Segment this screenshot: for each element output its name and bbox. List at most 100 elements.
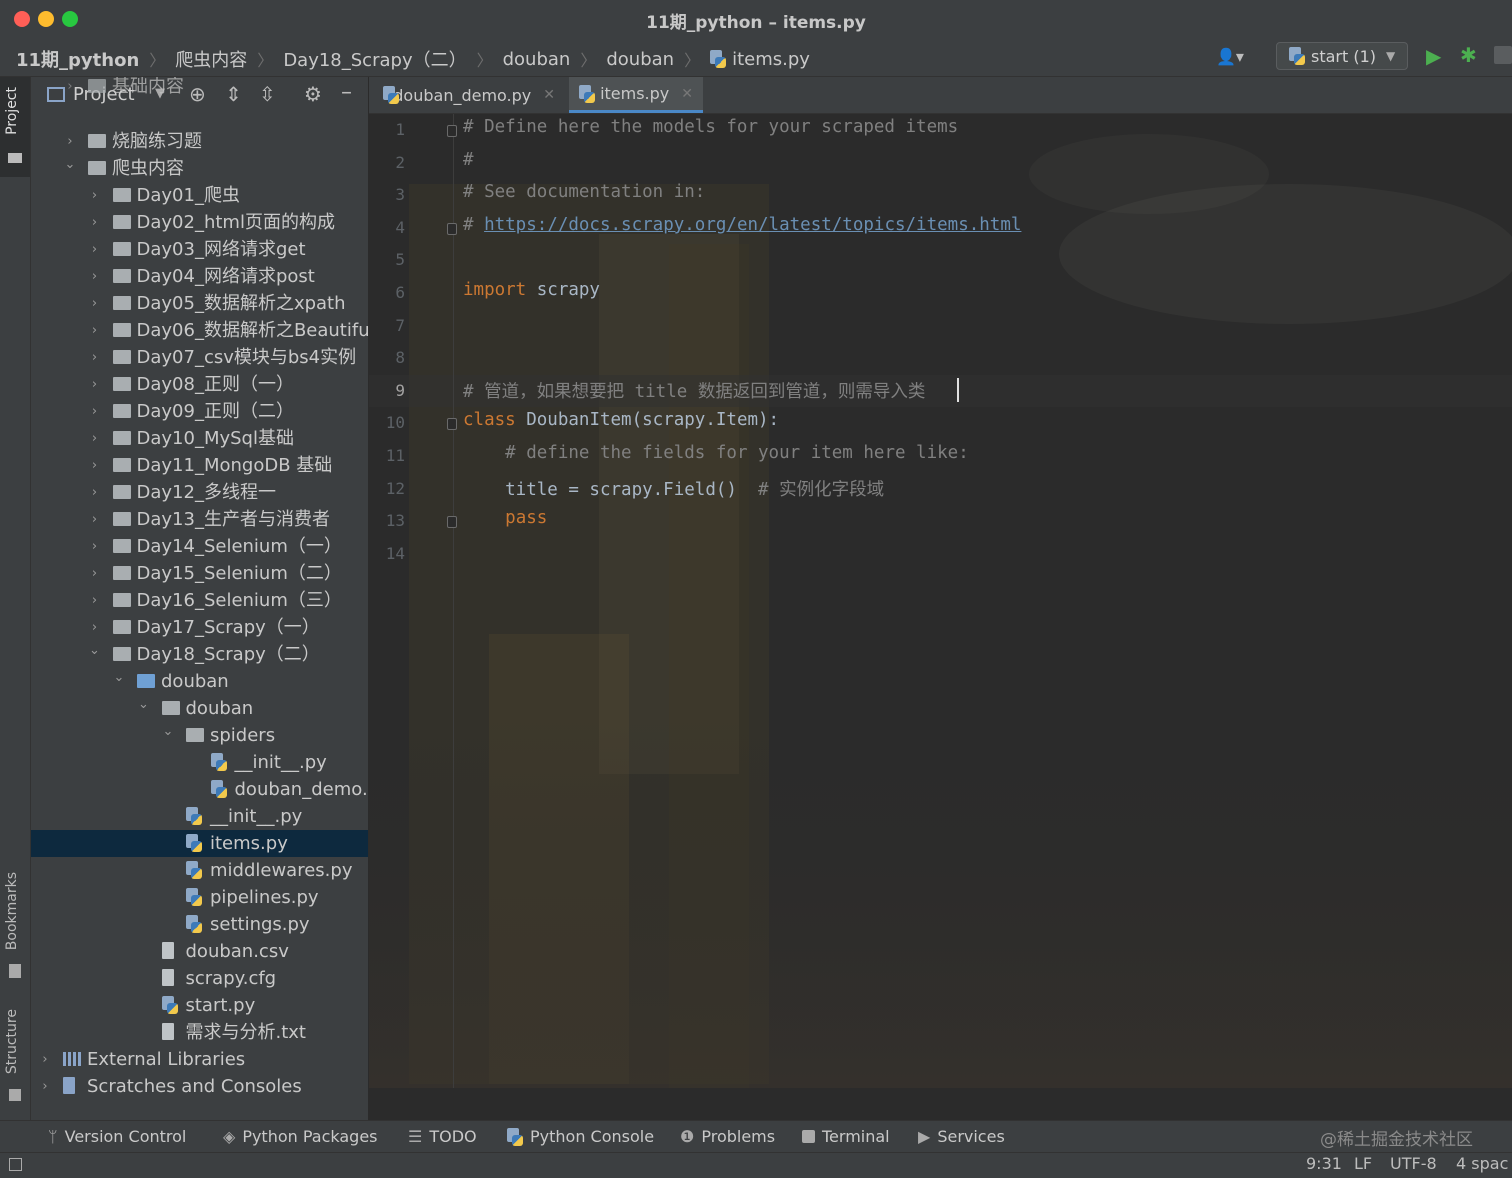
file-encoding[interactable]: UTF-8 <box>1390 1154 1437 1173</box>
tree-item[interactable]: › Day07_csv模块与bs4实例 <box>31 344 368 371</box>
line-separator[interactable]: LF <box>1354 1154 1372 1173</box>
tree-item[interactable]: 需求与分析.txt <box>31 1019 368 1046</box>
fold-marker-icon[interactable] <box>447 418 457 431</box>
tree-item[interactable]: › Day03_网络请求get <box>31 236 368 263</box>
bookmarks-tool-tab[interactable]: Bookmarks <box>4 872 20 950</box>
chevron-right-icon[interactable]: › <box>89 560 101 587</box>
tree-item[interactable]: › Day10_MySql基础 <box>31 425 368 452</box>
chevron-right-icon[interactable]: › <box>89 317 101 344</box>
todo-tool[interactable]: ☰ TODO <box>408 1127 477 1146</box>
tree-item[interactable]: › Day15_Selenium（二） <box>31 560 368 587</box>
code-line[interactable]: # define the fields for your item here l… <box>463 443 969 463</box>
indent-setting[interactable]: 4 spac <box>1456 1154 1508 1173</box>
breadcrumb-folder[interactable]: Day18_Scrapy（二） <box>283 46 466 72</box>
code-line[interactable]: pass <box>463 508 547 528</box>
code-line[interactable]: # 管道，如果想要把 title 数据返回到管道，则需导入类 <box>463 378 925 403</box>
python-packages-tool[interactable]: ◈ Python Packages <box>223 1127 378 1146</box>
tab-douban-demo[interactable]: douban_demo.py ✕ <box>373 77 565 113</box>
run-icon[interactable]: ▶ <box>1426 44 1441 68</box>
code-line[interactable]: import scrapy <box>463 280 600 300</box>
debug-icon[interactable]: ✱ <box>1460 43 1477 67</box>
chevron-right-icon[interactable]: › <box>64 77 76 100</box>
chevron-right-icon[interactable]: › <box>39 1046 51 1073</box>
version-control-tool[interactable]: ᛘ Version Control <box>48 1127 186 1146</box>
tree-item[interactable]: › 烧脑练习题 <box>31 128 368 155</box>
breadcrumb-file[interactable]: items.py <box>732 49 810 70</box>
tree-item[interactable]: douban.csv <box>31 938 368 965</box>
chevron-right-icon[interactable]: › <box>39 1073 51 1100</box>
chevron-right-icon[interactable]: › <box>89 506 101 533</box>
code-line[interactable]: # <box>463 150 474 170</box>
services-tool[interactable]: ▶ Services <box>918 1127 1005 1146</box>
structure-tool-tab[interactable]: Structure <box>4 1009 20 1074</box>
tree-item[interactable]: › Day04_网络请求post <box>31 263 368 290</box>
chevron-down-icon[interactable]: ⌄ <box>89 637 101 664</box>
tree-item[interactable]: › Day16_Selenium（三） <box>31 587 368 614</box>
fold-marker-icon[interactable] <box>447 125 457 137</box>
tree-item[interactable]: pipelines.py <box>31 884 368 911</box>
close-icon[interactable]: ✕ <box>543 87 555 103</box>
tree-item[interactable]: __init__.py <box>31 803 368 830</box>
tree-item[interactable]: › Day08_正则（一） <box>31 371 368 398</box>
breadcrumb-project[interactable]: 11期_python <box>16 46 139 72</box>
chevron-right-icon[interactable]: › <box>89 479 101 506</box>
caret-position[interactable]: 9:31 <box>1306 1154 1342 1173</box>
chevron-right-icon[interactable]: › <box>89 425 101 452</box>
tree-item[interactable]: douban_demo. <box>31 776 368 803</box>
tree-item[interactable]: › Day01_爬虫 <box>31 182 368 209</box>
close-icon[interactable]: ✕ <box>681 86 693 102</box>
chevron-right-icon[interactable]: › <box>89 290 101 317</box>
chevron-right-icon[interactable]: › <box>89 398 101 425</box>
code-line[interactable]: class DoubanItem(scrapy.Item): <box>463 410 779 430</box>
tree-item[interactable]: › Day11_MongoDB 基础 <box>31 452 368 479</box>
tree-item[interactable]: ⌄ douban <box>31 695 368 722</box>
tree-item[interactable]: › Day02_html页面的构成 <box>31 209 368 236</box>
tree-item[interactable]: › Day05_数据解析之xpath <box>31 290 368 317</box>
tree-item[interactable]: start.py <box>31 992 368 1019</box>
fold-marker-icon[interactable] <box>447 222 457 235</box>
tree-item[interactable]: › Day14_Selenium（一） <box>31 533 368 560</box>
code-line[interactable]: # See documentation in: <box>463 182 705 202</box>
tree-item[interactable]: middlewares.py <box>31 857 368 884</box>
breadcrumb-folder[interactable]: douban <box>606 49 674 70</box>
run-config-select[interactable]: start (1) ▼ <box>1276 42 1408 70</box>
tree-item[interactable]: › 基础内容 <box>31 77 368 100</box>
tree-item[interactable]: › Day12_多线程一 <box>31 479 368 506</box>
tree-item[interactable]: › Scratches and Consoles <box>31 1073 368 1100</box>
breadcrumb-folder[interactable]: 爬虫内容 <box>175 46 247 72</box>
chevron-right-icon[interactable]: › <box>89 533 101 560</box>
tree-item[interactable]: scrapy.cfg <box>31 965 368 992</box>
code-line[interactable]: # Define here the models for your scrape… <box>463 117 958 137</box>
project-tool-tab[interactable]: Project <box>4 87 20 135</box>
chevron-down-icon[interactable]: ⌄ <box>162 718 174 745</box>
tree-item[interactable]: __init__.py <box>31 749 368 776</box>
tree-item[interactable]: › Day13_生产者与消费者 <box>31 506 368 533</box>
code-line[interactable]: # https://docs.scrapy.org/en/latest/topi… <box>463 215 1021 235</box>
tree-item[interactable]: ⌄ 爬虫内容 <box>31 155 368 182</box>
tree-item[interactable]: › Day09_正则（二） <box>31 398 368 425</box>
tree-item-selected[interactable]: items.py <box>31 830 368 857</box>
chevron-right-icon[interactable]: › <box>89 587 101 614</box>
chevron-right-icon[interactable]: › <box>89 344 101 371</box>
terminal-tool[interactable]: Terminal <box>802 1127 890 1146</box>
chevron-right-icon[interactable]: › <box>89 371 101 398</box>
code-line[interactable]: title = scrapy.Field() # 实例化字段域 <box>463 476 884 501</box>
tree-item[interactable]: › Day17_Scrapy（一） <box>31 614 368 641</box>
chevron-right-icon[interactable]: › <box>89 236 101 263</box>
chevron-right-icon[interactable]: › <box>89 182 101 209</box>
chevron-down-icon[interactable]: ⌄ <box>113 664 125 691</box>
chevron-right-icon[interactable]: › <box>89 452 101 479</box>
fold-marker-icon[interactable] <box>447 516 457 529</box>
tab-items[interactable]: items.py ✕ <box>569 77 703 113</box>
tree-item[interactable]: settings.py <box>31 911 368 938</box>
tree-item[interactable]: › Day06_数据解析之Beautifu <box>31 317 368 344</box>
python-console-tool[interactable]: Python Console <box>507 1127 654 1146</box>
problems-tool[interactable]: ❶ Problems <box>680 1127 775 1146</box>
code-editor[interactable]: 1 2 3 4 5 6 7 8 9 10 11 12 13 14 # Define here the mo… <box>369 114 1512 1088</box>
tree-item[interactable]: ⌄ Day18_Scrapy（二） <box>31 641 368 668</box>
chevron-right-icon[interactable]: › <box>89 263 101 290</box>
coverage-icon[interactable] <box>1494 46 1512 64</box>
tree-item[interactable]: ⌄ douban <box>31 668 368 695</box>
chevron-down-icon[interactable]: ⌄ <box>64 151 76 178</box>
tree-item[interactable]: › External Libraries <box>31 1046 368 1073</box>
